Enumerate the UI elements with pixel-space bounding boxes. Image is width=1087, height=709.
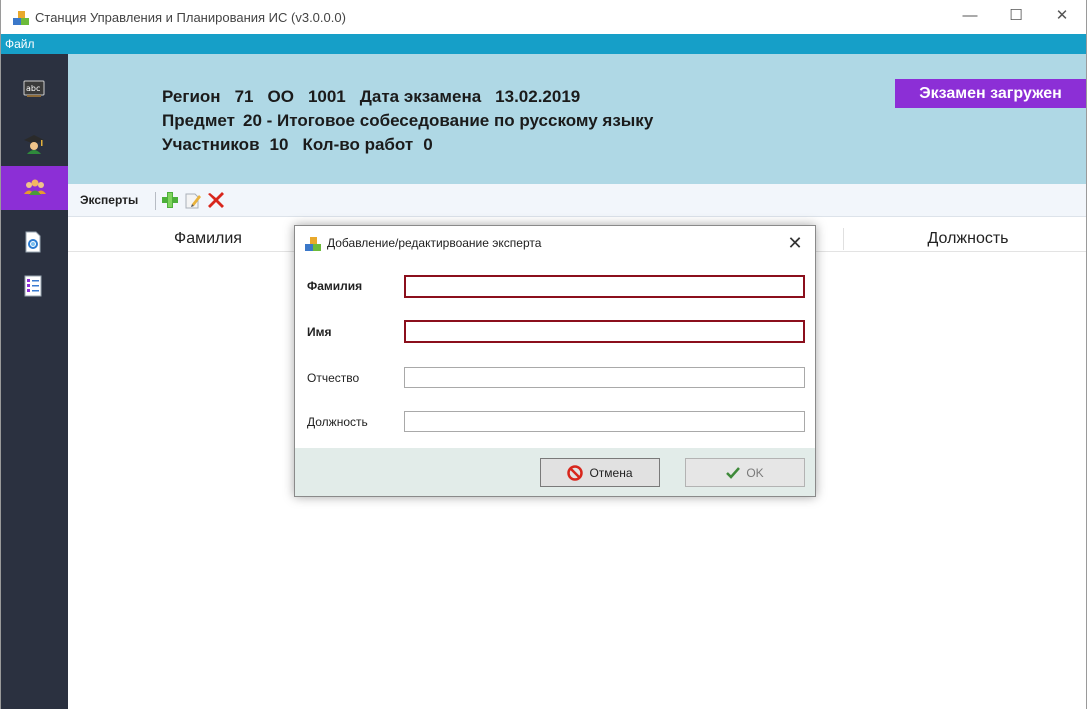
expert-edit-dialog: Добавление/редактирвоание эксперта ✕ Фам… xyxy=(294,225,816,497)
document-search-icon xyxy=(25,231,41,253)
dialog-title: Добавление/редактирвоание эксперта xyxy=(327,236,542,250)
close-window-button[interactable]: ✕ xyxy=(1039,0,1085,34)
column-position[interactable]: Должность xyxy=(858,226,1078,252)
ok-button-label: OK xyxy=(746,465,764,480)
column-divider[interactable] xyxy=(843,228,844,250)
exam-info-line-1: Регион 71 ОО 1001 Дата экзамена 13.02.2019 xyxy=(162,87,594,107)
cancel-button[interactable]: Отмена xyxy=(540,458,660,487)
dialog-title-bar[interactable]: Добавление/редактирвоание эксперта ✕ xyxy=(295,226,815,260)
name-label: Имя xyxy=(307,325,332,339)
position-label: Должность xyxy=(307,415,368,429)
menu-bar: Файл xyxy=(1,34,1086,54)
app-window: Станция Управления и Планирования ИС (v3… xyxy=(0,0,1087,709)
cancel-icon xyxy=(567,464,584,481)
app-logo-icon xyxy=(13,11,29,25)
name-input[interactable] xyxy=(404,320,805,343)
edit-icon[interactable] xyxy=(184,191,202,209)
cancel-button-label: Отмена xyxy=(589,465,633,480)
works-value: 0 xyxy=(423,135,433,154)
minimize-button[interactable]: — xyxy=(947,0,993,34)
sidebar-item-graduate[interactable] xyxy=(1,122,68,166)
oo-value: 1001 xyxy=(307,87,346,106)
exam-info-line-3: Участников 10 Кол-во работ 0 xyxy=(162,135,447,155)
title-bar[interactable]: Станция Управления и Планирования ИС (v3… xyxy=(1,0,1086,34)
participants-value: 10 xyxy=(269,135,289,154)
experts-toolbar: Эксперты xyxy=(68,184,1086,217)
window-title: Станция Управления и Планирования ИС (v3… xyxy=(35,10,346,25)
patronymic-input[interactable] xyxy=(404,367,805,388)
subject-label: Предмет xyxy=(162,111,235,130)
delete-icon[interactable] xyxy=(207,191,225,209)
sidebar-item-experts[interactable] xyxy=(1,166,68,210)
sidebar-item-abc[interactable]: abc xyxy=(1,68,68,112)
works-label: Кол-во работ xyxy=(302,135,414,154)
svg-text:abc: abc xyxy=(26,84,40,93)
subject-value: 20 - Итоговое собеседование по русскому … xyxy=(242,111,654,130)
region-label: Регион xyxy=(162,87,221,106)
participants-label: Участников xyxy=(162,135,260,154)
abc-icon: abc xyxy=(23,80,45,97)
status-badge: Экзамен загружен xyxy=(895,79,1086,108)
oo-label: ОО xyxy=(267,87,294,106)
checkmark-icon xyxy=(726,466,741,479)
sidebar-item-document-search[interactable] xyxy=(1,220,68,264)
app-logo-icon xyxy=(305,237,321,251)
menu-file[interactable]: Файл xyxy=(5,37,35,51)
exam-date-label: Дата экзамена xyxy=(359,87,482,106)
maximize-button[interactable]: ☐ xyxy=(993,0,1039,34)
sidebar: abc xyxy=(1,54,68,709)
exam-info-panel: Регион 71 ОО 1001 Дата экзамена 13.02.2019 Пр… xyxy=(68,54,1086,184)
surname-label: Фамилия xyxy=(307,279,363,293)
exam-date-value: 13.02.2019 xyxy=(495,87,581,106)
position-input[interactable] xyxy=(404,411,805,432)
experts-group-icon xyxy=(24,179,46,195)
add-icon[interactable] xyxy=(161,191,179,209)
checklist-icon xyxy=(24,275,42,297)
ok-button[interactable]: OK xyxy=(685,458,805,487)
column-surname[interactable]: Фамилия xyxy=(118,226,298,252)
graduate-icon xyxy=(24,135,44,154)
region-value: 71 xyxy=(234,87,254,106)
surname-input[interactable] xyxy=(404,275,805,298)
patronymic-label: Отчество xyxy=(307,371,360,385)
dialog-footer: Отмена OK xyxy=(295,448,815,496)
sidebar-item-checklist[interactable] xyxy=(1,264,68,308)
dialog-close-button[interactable]: ✕ xyxy=(783,232,807,256)
toolbar-separator xyxy=(155,192,156,210)
exam-info-line-2: Предмет 20 - Итоговое собеседование по ру… xyxy=(162,111,667,131)
toolbar-label: Эксперты xyxy=(80,193,139,207)
